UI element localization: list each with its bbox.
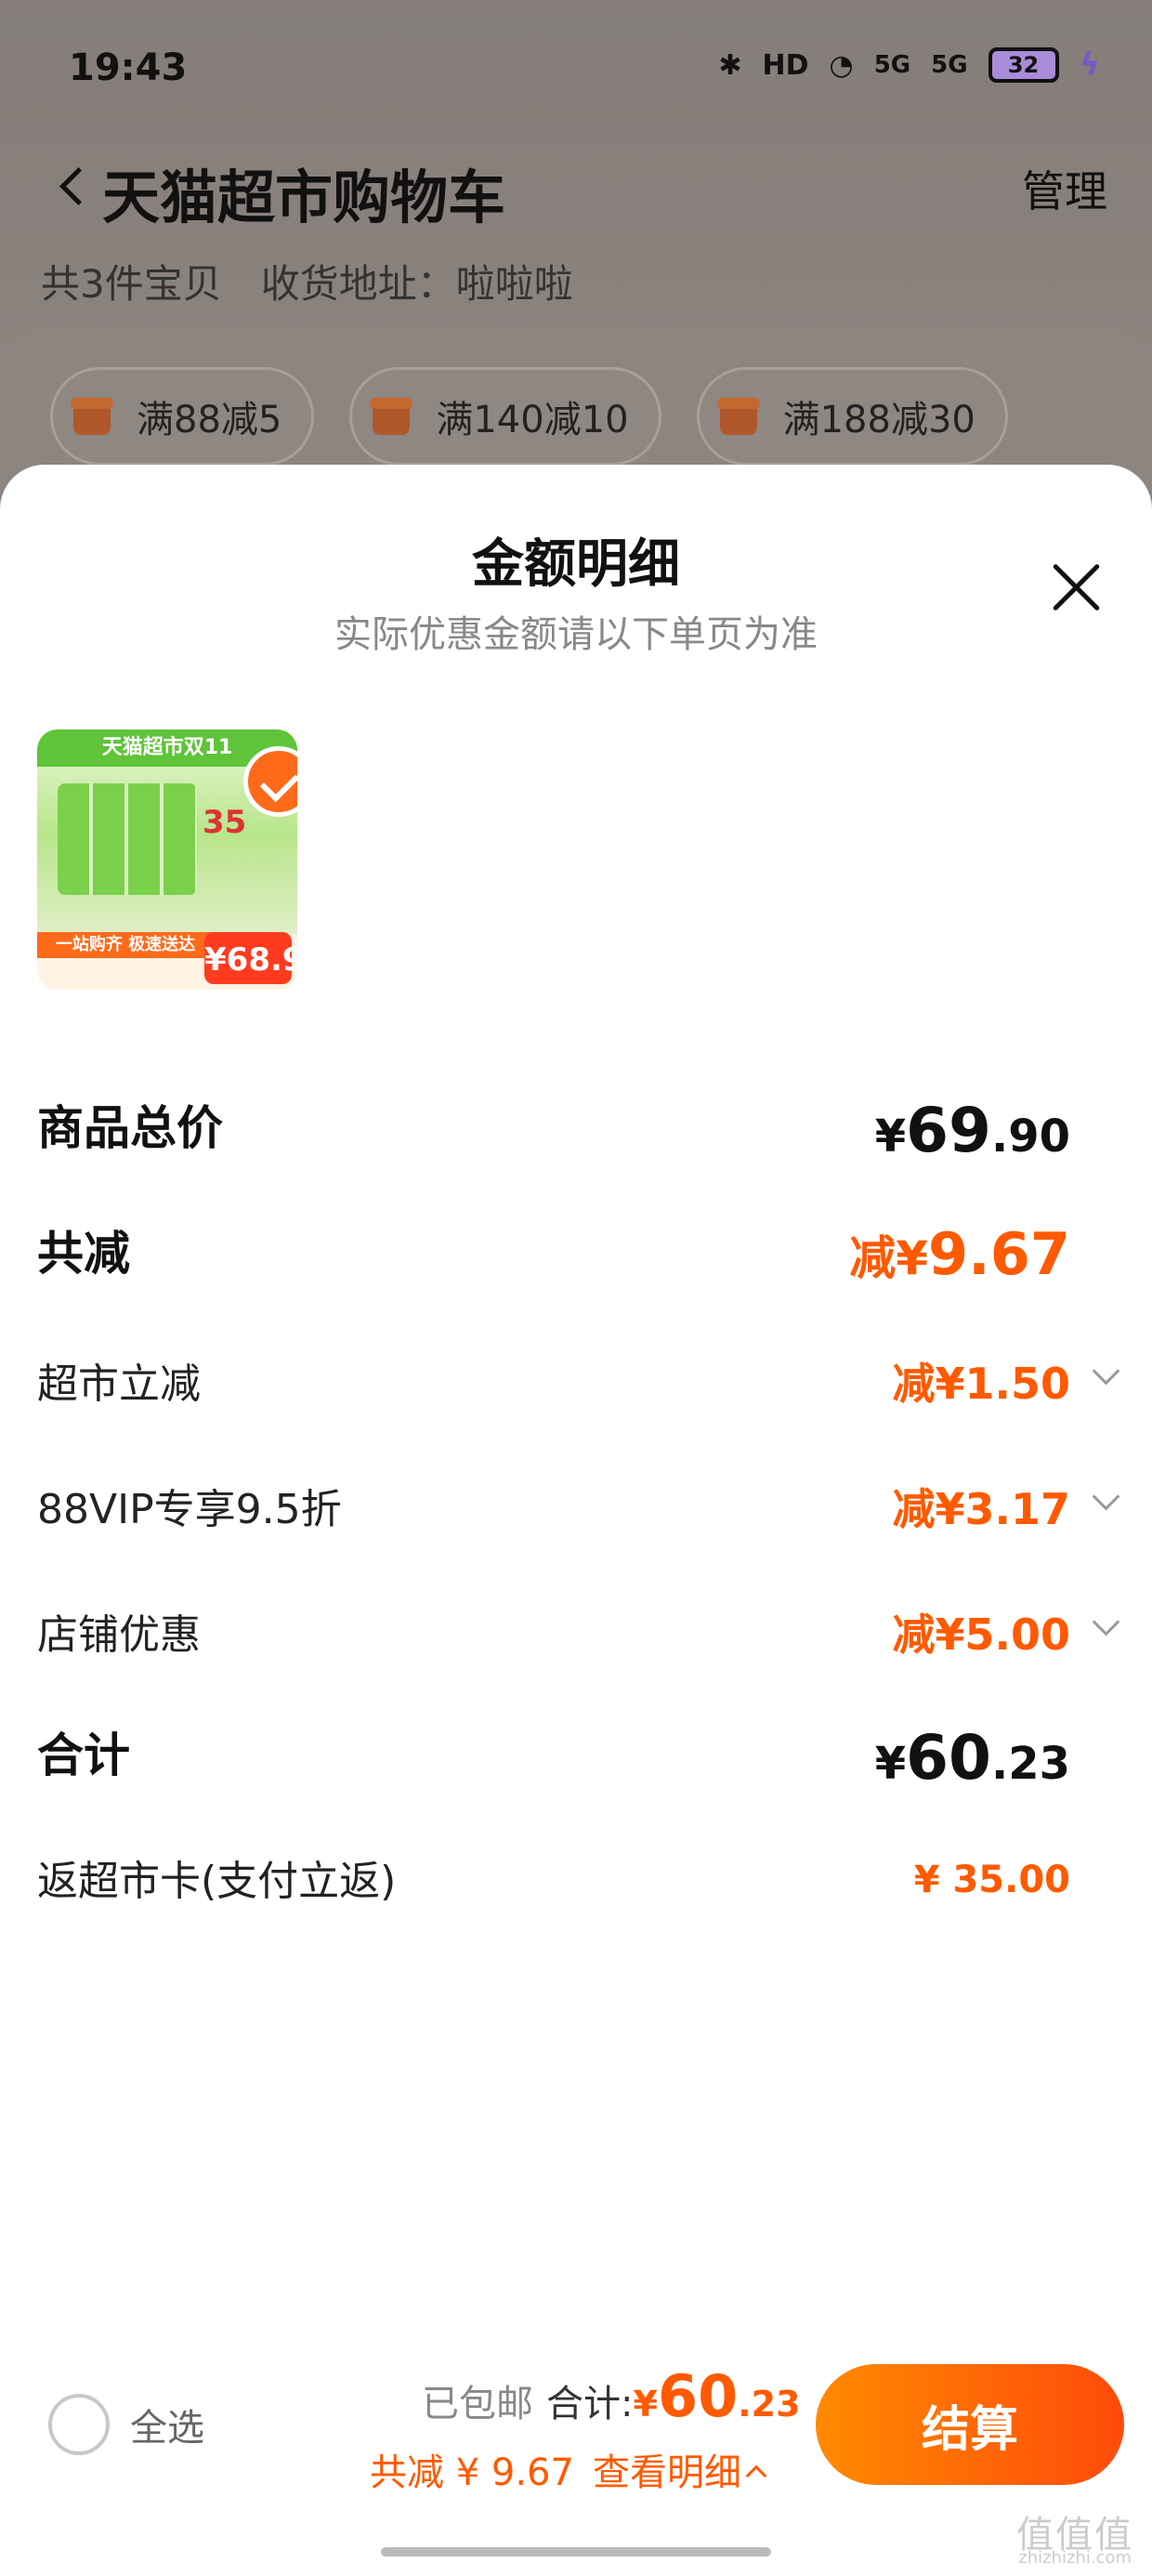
promo-chips: 满88减5 满140减10 满188减30: [50, 367, 1008, 466]
free-shipping-label: 已包邮: [422, 2383, 533, 2425]
nav-bar: 天猫超市购物车 管理: [0, 139, 1152, 242]
chevron-up-icon: [745, 2464, 767, 2487]
select-all-label: 全选: [130, 2407, 204, 2450]
store-icon: [716, 398, 760, 435]
checkout-button[interactable]: 结算: [816, 2364, 1124, 2485]
select-all-radio[interactable]: [48, 2394, 110, 2455]
total-amount: ¥60.23: [633, 2362, 801, 2430]
product-price: ¥68.9: [204, 932, 297, 984]
signal-icon-2: 5G: [931, 51, 968, 79]
amount-detail-sheet: 金额明细 实际优惠金额请以下单页为准 天猫超市双11 35 一站购齐 极速送达 …: [0, 465, 1152, 2576]
view-detail-link[interactable]: 查看明细: [593, 2442, 767, 2496]
select-all[interactable]: 全选: [48, 2394, 204, 2455]
manage-button[interactable]: 管理: [1022, 158, 1107, 219]
status-bar: 19:43 ✱ HD ◔ 5G 5G 32 ϟ: [0, 0, 1152, 139]
rebate-value: ¥ 35.00: [913, 1859, 1070, 1901]
row-total-discount: 共减 减¥9.67: [37, 1220, 1070, 1288]
promo-chip[interactable]: 满140减10: [349, 367, 661, 466]
item-count: 共3件宝贝: [41, 261, 222, 307]
back-icon[interactable]: [48, 156, 95, 212]
promo-chip[interactable]: 满88减5: [50, 367, 315, 466]
discount-summary: 共减 ¥ 9.67: [370, 2451, 574, 2494]
watermark-url: zhizhizhi.com: [1018, 2548, 1132, 2568]
status-icons: ✱ HD ◔ 5G 5G 32 ϟ: [718, 46, 1100, 84]
row-discount-item[interactable]: 店铺优惠 减¥5.00: [37, 1584, 1115, 1677]
close-icon[interactable]: [1048, 558, 1107, 617]
row-total-price: 商品总价 ¥69.90: [37, 1095, 1070, 1166]
discount-value: 减¥1.50: [892, 1359, 1070, 1409]
home-indicator: [381, 2547, 771, 2556]
sheet-subtitle: 实际优惠金额请以下单页为准: [334, 613, 818, 656]
total-price-value: ¥69.90: [874, 1095, 1070, 1166]
row-rebate: 返超市卡(支付立返) ¥ 35.00: [37, 1858, 1070, 1905]
bluetooth-icon: ✱: [718, 48, 742, 82]
sum-value: ¥60.23: [874, 1722, 1070, 1794]
store-icon: [370, 398, 413, 435]
cart-summary-row: 共3件宝贝 收货地址：啦啦啦: [41, 253, 573, 309]
chevron-down-icon[interactable]: [1091, 1361, 1119, 1389]
product-thumbnail[interactable]: 天猫超市双11 35 一站购齐 极速送达 ¥68.9: [37, 729, 297, 990]
store-icon: [71, 398, 113, 435]
checkout-bar: 全选 已包邮 合计: ¥60.23 共减 ¥ 9.67 查看明细 结算: [0, 2333, 1152, 2518]
discount-value: 减¥5.00: [892, 1610, 1070, 1660]
sheet-title: 金额明细: [472, 534, 680, 595]
total-line: 已包邮 合计: ¥60.23: [422, 2362, 801, 2430]
battery-icon: 32: [988, 47, 1059, 83]
charging-icon: ϟ: [1079, 46, 1100, 84]
chevron-down-icon[interactable]: [1091, 1487, 1119, 1515]
product-band: 一站购齐 极速送达: [37, 932, 214, 958]
product-image: [58, 783, 197, 895]
chevron-down-icon[interactable]: [1091, 1612, 1119, 1640]
page-title: 天猫超市购物车: [102, 164, 506, 231]
total-discount-value: 减¥9.67: [849, 1220, 1070, 1288]
signal-icon-1: 5G: [873, 51, 911, 79]
total-label: 合计:: [546, 2383, 634, 2425]
row-discount-item[interactable]: 88VIP专享9.5折 减¥3.17: [37, 1459, 1115, 1552]
promo-chip[interactable]: 满188减30: [696, 367, 1008, 466]
discount-value: 减¥3.17: [892, 1484, 1070, 1534]
delivery-address[interactable]: 收货地址：啦啦啦: [261, 253, 573, 309]
wifi-icon: ◔: [829, 48, 854, 82]
row-sum: 合计 ¥60.23: [37, 1722, 1070, 1794]
row-discount-item[interactable]: 超市立减 减¥1.50: [37, 1334, 1115, 1426]
hd-icon: HD: [762, 48, 809, 82]
discount-line[interactable]: 共减 ¥ 9.67 查看明细: [370, 2442, 767, 2496]
status-time: 19:43: [69, 46, 188, 89]
